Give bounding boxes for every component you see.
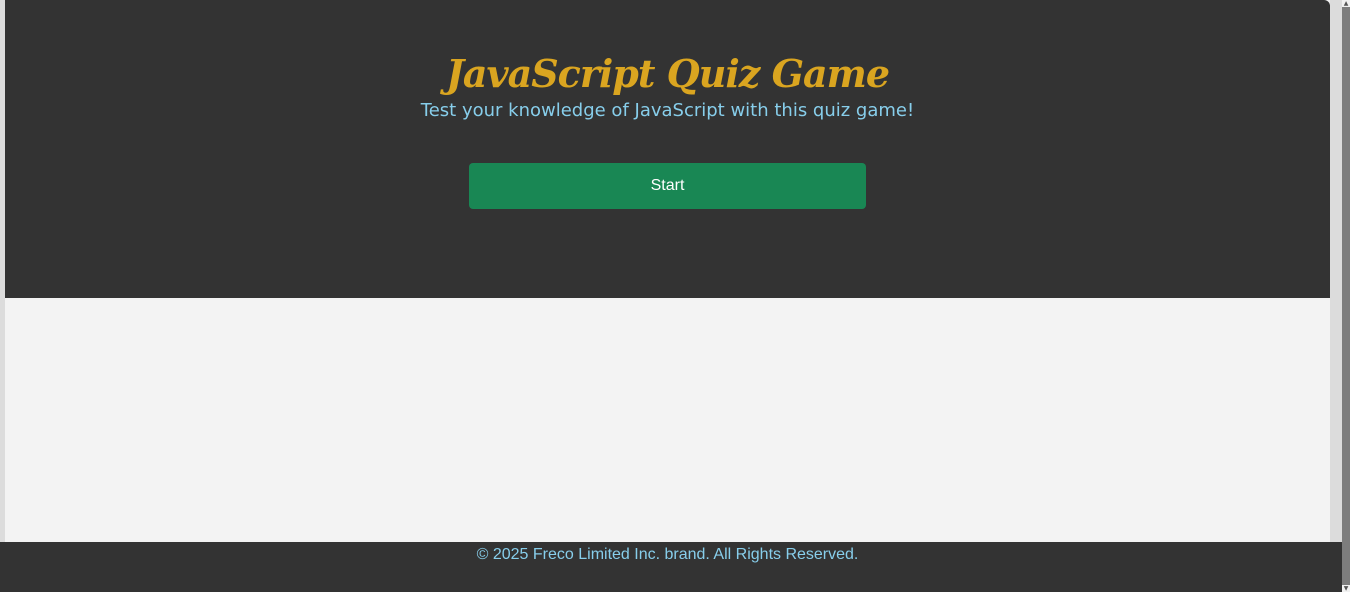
page-right-border — [1330, 0, 1342, 542]
chevron-down-icon[interactable]: ▼ — [1342, 585, 1350, 592]
app-viewport: JavaScript Quiz Game Test your knowledge… — [0, 0, 1350, 592]
page-subtitle: Test your knowledge of JavaScript with t… — [420, 100, 915, 121]
footer-copyright: © 2025 Freco Limited Inc. brand. All Rig… — [476, 546, 859, 563]
quiz-hero-panel: JavaScript Quiz Game Test your knowledge… — [5, 0, 1330, 298]
chevron-up-icon[interactable]: ▲ — [1342, 0, 1350, 7]
scrollbar-thumb[interactable] — [1342, 7, 1350, 585]
page-footer: © 2025 Freco Limited Inc. brand. All Rig… — [0, 542, 1342, 592]
page-title: JavaScript Quiz Game — [445, 51, 890, 96]
vertical-scrollbar[interactable]: ▲ ▼ — [1342, 0, 1350, 592]
start-button[interactable]: Start — [469, 163, 866, 209]
